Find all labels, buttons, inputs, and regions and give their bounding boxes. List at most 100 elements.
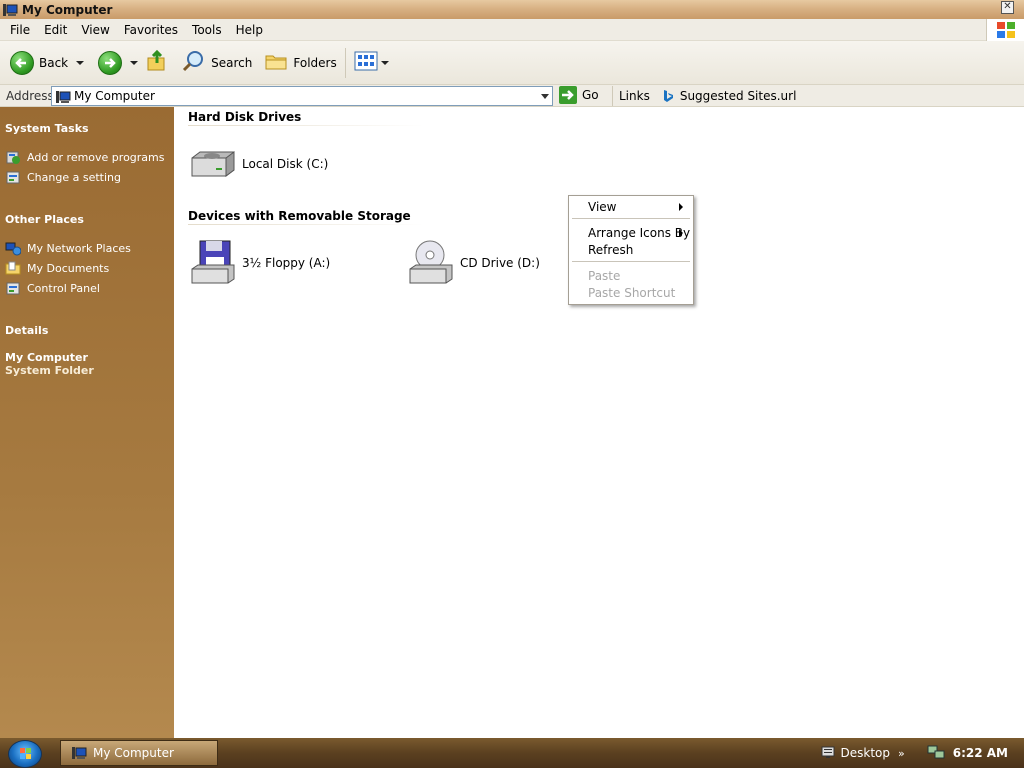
menu-file[interactable]: File (3, 23, 37, 37)
add-remove-programs-label: Add or remove programs (27, 150, 165, 164)
go-label: Go (582, 88, 599, 102)
change-setting-link[interactable]: Change a setting (5, 167, 165, 187)
taskbar: My Computer Desktop » 6:22 AM (0, 738, 1024, 768)
desktop-icon (821, 745, 835, 762)
task-pane: System Tasks Add or remove programs Chan… (0, 107, 174, 738)
details-heading: Details (5, 324, 49, 337)
cd-drive-d-label: CD Drive (D:) (460, 256, 540, 270)
hard-disk-icon (188, 140, 238, 188)
views-dropdown-icon[interactable] (380, 60, 389, 65)
up-folder-button[interactable] (142, 47, 172, 79)
hard-disk-drives-heading: Hard Disk Drives (188, 110, 302, 124)
control-panel-label: Control Panel (27, 281, 100, 295)
menu-bar: File Edit View Favorites Tools Help (0, 19, 1024, 41)
suggested-sites-link[interactable]: Suggested Sites.url (662, 89, 796, 103)
search-icon (182, 49, 206, 76)
views-icon (354, 50, 378, 75)
back-dropdown-icon[interactable] (76, 60, 85, 65)
desktop-toolbar[interactable]: Desktop » (821, 745, 905, 762)
floppy-drive-a[interactable]: 3½ Floppy (A:) (188, 239, 330, 287)
address-input[interactable]: My Computer (51, 86, 553, 106)
ctx-view-submenu-arrow-icon (679, 203, 683, 211)
back-label: Back (39, 55, 69, 70)
removable-storage-heading: Devices with Removable Storage (188, 209, 411, 223)
folders-label: Folders (293, 55, 337, 70)
control-panel-icon (5, 280, 21, 296)
my-documents-label: My Documents (27, 261, 110, 275)
forward-button[interactable] (94, 47, 142, 79)
menu-tools[interactable]: Tools (185, 23, 229, 37)
search-label: Search (211, 55, 253, 70)
address-label: Address (6, 88, 54, 103)
system-tasks-heading: System Tasks (5, 122, 89, 135)
control-panel-setting-icon (5, 169, 21, 185)
up-folder-icon (146, 49, 168, 76)
network-places-icon (5, 240, 22, 256)
ctx-arrange-icons[interactable]: Arrange Icons By (588, 226, 690, 240)
menu-view[interactable]: View (74, 23, 116, 37)
search-button[interactable]: Search (178, 47, 256, 79)
chevron-right-icon[interactable]: » (898, 747, 905, 760)
details-title: My Computer (5, 351, 88, 364)
ctx-refresh[interactable]: Refresh (588, 243, 633, 257)
my-computer-small-icon (55, 89, 71, 108)
go-arrow-icon (559, 86, 577, 104)
forward-arrow-icon (98, 50, 123, 75)
folders-icon (264, 50, 288, 75)
ctx-paste-shortcut[interactable]: Paste Shortcut (588, 286, 675, 300)
windows-flag-icon (20, 748, 31, 759)
title-bar: My Computer ✕ (0, 0, 1024, 19)
ctx-arrange-submenu-arrow-icon (679, 229, 683, 237)
address-value: My Computer (74, 89, 155, 103)
menu-help[interactable]: Help (229, 23, 270, 37)
desktop-label: Desktop (840, 746, 891, 760)
my-documents-icon (5, 260, 21, 276)
taskbar-my-computer-label: My Computer (93, 746, 174, 760)
go-button[interactable]: Go (559, 86, 599, 104)
ctx-view[interactable]: View (588, 200, 616, 214)
views-button[interactable] (350, 47, 393, 79)
floppy-drive-icon (188, 239, 238, 287)
links-bar: Links Suggested Sites.url (612, 86, 796, 106)
back-arrow-icon (10, 50, 34, 75)
change-setting-label: Change a setting (27, 170, 121, 184)
clock[interactable]: 6:22 AM (953, 746, 1008, 760)
local-disk-c[interactable]: Local Disk (C:) (188, 140, 328, 188)
floppy-drive-a-label: 3½ Floppy (A:) (242, 256, 331, 270)
window-title: My Computer (22, 2, 113, 17)
back-button[interactable]: Back (6, 47, 88, 79)
toolbar-separator (344, 47, 346, 78)
details-subtitle: System Folder (5, 364, 94, 377)
control-panel-link[interactable]: Control Panel (5, 278, 131, 298)
taskbar-my-computer[interactable]: My Computer (60, 740, 218, 766)
cd-drive-icon (406, 239, 456, 287)
close-button[interactable]: ✕ (1001, 1, 1014, 14)
folders-button[interactable]: Folders (260, 47, 340, 79)
ctx-paste[interactable]: Paste (588, 269, 620, 283)
my-network-places-link[interactable]: My Network Places (5, 238, 131, 258)
ctx-separator (572, 261, 690, 262)
system-tray: Desktop » 6:22 AM (821, 738, 1024, 768)
group-divider (188, 125, 424, 126)
address-bar: Address My Computer Go Links Suggested S… (0, 85, 1024, 107)
forward-dropdown-icon[interactable] (130, 60, 139, 65)
network-tray-icon[interactable] (927, 744, 945, 763)
start-button[interactable] (8, 740, 42, 768)
details-section: Details My Computer System Folder (5, 324, 94, 377)
windows-logo-icon (986, 19, 1024, 41)
menu-edit[interactable]: Edit (37, 23, 74, 37)
cd-drive-d[interactable]: CD Drive (D:) (406, 239, 540, 287)
system-tasks-section: System Tasks Add or remove programs Chan… (5, 122, 165, 187)
my-documents-link[interactable]: My Documents (5, 258, 131, 278)
toolbar: Back Search Folders (0, 41, 1024, 85)
menu-favorites[interactable]: Favorites (117, 23, 185, 37)
address-dropdown-icon[interactable] (541, 94, 549, 99)
add-remove-programs-link[interactable]: Add or remove programs (5, 147, 165, 167)
links-label: Links (619, 89, 650, 103)
other-places-heading: Other Places (5, 213, 84, 226)
group-divider (188, 224, 424, 225)
bing-icon (662, 89, 674, 103)
my-computer-icon (2, 2, 18, 18)
other-places-section: Other Places My Network Places My Docume… (5, 213, 131, 298)
my-computer-taskbar-icon (71, 745, 87, 761)
